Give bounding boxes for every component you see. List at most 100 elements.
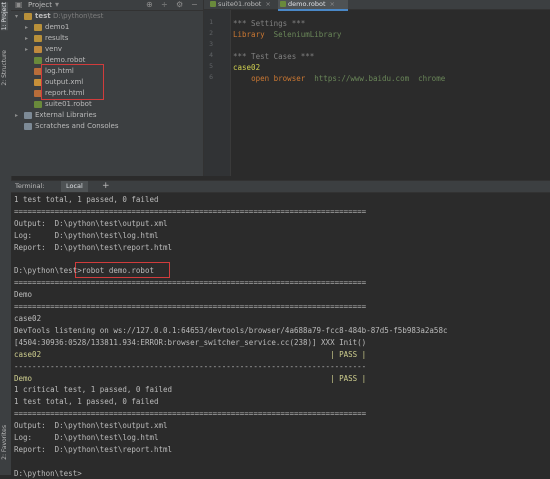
tree-item[interactable]: output.xml [11, 77, 203, 88]
close-icon[interactable]: × [330, 0, 335, 8]
locate-icon[interactable]: ⊕ [146, 0, 153, 10]
terminal-line: 1 test total, 1 passed, 0 failed [14, 397, 159, 407]
file-icon [34, 101, 42, 108]
terminal-line: ----------------------------------------… [14, 361, 367, 371]
tab-suite01-robot[interactable]: suite01.robot × [208, 0, 282, 9]
tree-item[interactable]: ▸ demo1 [11, 22, 203, 33]
line-number: 2 [209, 29, 213, 37]
robot-file-icon [210, 1, 216, 7]
folder-icon [34, 24, 42, 31]
add-terminal-button[interactable]: + [102, 181, 110, 192]
line-number: 6 [209, 73, 213, 81]
code-token: *** Settings *** [233, 19, 306, 28]
chevron-down-icon[interactable]: ▾ [15, 11, 18, 22]
terminal-line: ========================================… [14, 409, 367, 419]
chevron-right-icon[interactable]: ▸ [25, 33, 28, 44]
terminal-line: 1 test total, 1 passed, 0 failed [14, 195, 159, 204]
terminal-line: Report: D:\python\test\report.html [14, 242, 173, 252]
project-tree: ▾ test D:\python\test ▸ demo1 ▸ results ▸ venv de… [11, 11, 203, 132]
tool-tab-project[interactable]: 1: Project [1, 2, 8, 31]
code-token: *** Test Cases *** [233, 52, 315, 61]
folder-icon: ▣ [15, 0, 23, 9]
tree-item[interactable]: ▸ External Libraries [11, 110, 203, 121]
terminal-line: case02 [14, 314, 42, 323]
tab-local[interactable]: Local [61, 181, 88, 192]
code-line: Library SeleniumLibrary [233, 29, 341, 40]
terminal-line: 1 critical test, 1 passed, 0 failed [14, 385, 173, 395]
terminal-line: [4504:30936:0528/133811.934:ERROR:browse… [14, 337, 367, 347]
terminal-output[interactable]: 1 test total, 1 passed, 0 failed ========… [11, 193, 550, 478]
line-number: 1 [209, 18, 213, 26]
highlight-box [41, 64, 104, 100]
tree-item-label: test [35, 12, 51, 20]
terminal-line: ========================================… [14, 206, 367, 216]
editor-tabs: suite01.robot × demo.robot × [204, 0, 550, 11]
file-icon [34, 57, 42, 64]
terminal-line: ========================================… [14, 302, 367, 312]
tree-item-label: External Libraries [35, 111, 97, 119]
minimize-icon[interactable]: − [191, 0, 198, 10]
tree-item-label: suite01.robot [45, 100, 92, 108]
folder-icon [34, 46, 42, 53]
code-token: chrome [418, 74, 446, 83]
code-line: open browser https://www.baidu.com chrom… [233, 73, 445, 84]
terminal-header: Terminal: Local + [11, 180, 550, 193]
code-token: open browser [251, 74, 306, 83]
terminal-line: case02 | PASS | [14, 349, 367, 359]
chevron-right-icon[interactable]: ▸ [15, 110, 18, 121]
tree-item-label: demo1 [45, 23, 70, 31]
library-icon [24, 123, 32, 130]
close-icon[interactable]: × [265, 0, 270, 8]
code-token: Library [233, 30, 265, 39]
code-editor[interactable]: *** Settings *** Library SeleniumLibrary *… [233, 10, 550, 176]
code-line: case02 [233, 62, 260, 73]
tree-item[interactable]: demo.robot [11, 55, 203, 66]
chevron-down-icon[interactable]: ▾ [55, 0, 59, 10]
terminal-line: Report: D:\python\test\report.html [14, 444, 173, 454]
tree-item[interactable]: ▸ venv [11, 44, 203, 55]
terminal-label: Terminal: [15, 182, 45, 190]
terminal-line: D:\python\test> [14, 468, 82, 478]
code-token: SeleniumLibrary [273, 30, 342, 39]
tree-item[interactable]: Scratches and Consoles [11, 121, 203, 132]
tree-item[interactable]: log.html [11, 66, 203, 77]
gear-icon[interactable]: ⚙ [176, 0, 183, 10]
line-number: 5 [209, 62, 213, 70]
robot-file-icon [280, 1, 286, 7]
terminal-line: Output: D:\python\test\output.xml [14, 218, 168, 228]
chevron-right-icon[interactable]: ▸ [25, 44, 28, 55]
tree-item-path: D:\python\test [53, 12, 104, 20]
code-line: *** Test Cases *** [233, 51, 314, 62]
tree-item[interactable]: suite01.robot [11, 99, 203, 110]
tool-tab-structure[interactable]: 2: Structure [1, 50, 8, 86]
line-number: 4 [209, 51, 213, 59]
terminal-line: ========================================… [14, 278, 367, 288]
terminal-line: Log: D:\python\test\log.html [14, 433, 159, 442]
tool-tab-favorites[interactable]: 2: Favorites [1, 425, 8, 460]
tree-item[interactable]: ▾ test D:\python\test [11, 11, 203, 22]
collapse-icon[interactable]: ÷ [161, 0, 168, 10]
tree-item-label: venv [45, 45, 63, 53]
terminal-line: Demo [14, 290, 33, 300]
terminal-line: DevTools listening on ws://127.0.0.1:646… [14, 325, 448, 335]
editor-gutter: 1 2 3 4 5 6 [204, 10, 231, 176]
code-line: *** Settings *** [233, 18, 305, 29]
code-token: case02 [233, 63, 261, 72]
project-panel: ▣ Project ▾ ⊕ ÷ ⚙ − ▾ test D:\python\test ▸… [11, 0, 204, 176]
project-panel-header: ▣ Project ▾ ⊕ ÷ ⚙ − [11, 0, 203, 11]
tree-item[interactable]: ▸ results [11, 33, 203, 44]
tree-item-label: results [45, 34, 69, 42]
tree-item-label: Scratches and Consoles [35, 122, 119, 130]
chevron-right-icon[interactable]: ▸ [25, 22, 28, 33]
terminal-line: Demo | PASS | [14, 373, 367, 383]
terminal-line: Log: D:\python\test\log.html [14, 230, 159, 240]
project-panel-title[interactable]: Project [28, 0, 52, 10]
terminal-line: D:\python\test>robot demo.robot [14, 266, 154, 276]
folder-icon [24, 13, 32, 20]
tree-item[interactable]: report.html [11, 88, 203, 99]
library-icon [24, 112, 32, 119]
